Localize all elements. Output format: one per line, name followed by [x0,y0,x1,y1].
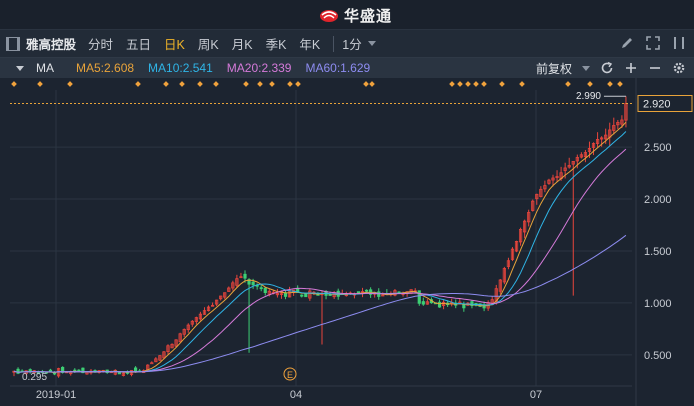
candle-body [133,367,138,372]
zoom-in-icon[interactable] [624,61,638,75]
low-price-label: 0.295 [22,372,47,383]
tab-weekly-k[interactable]: 周K [198,34,219,53]
minute-select[interactable]: 1分 [342,34,361,53]
pencil-icon[interactable] [620,36,634,50]
candle-body [417,290,421,304]
candle-body [328,294,332,296]
high-price-label: 2.990 [576,91,601,102]
y-axis-tick-label: 2.000 [644,194,672,206]
toolbar-actions [620,36,686,50]
chevron-down-icon[interactable] [582,65,590,71]
zoom-out-icon[interactable] [648,61,662,75]
brand-logo-icon [320,10,338,22]
candle-body [251,281,255,286]
earnings-marker-label: E [287,370,293,380]
tab-daily-k[interactable]: 日K [164,34,185,53]
y-axis-tick-label: 1.500 [644,246,672,258]
candle-body [300,294,304,297]
candle-body [117,372,121,375]
panel-collapse-icon[interactable] [672,36,686,50]
y-axis-tick-label: 1.000 [644,298,672,310]
candle-body [356,291,361,294]
toolbar-divider [333,35,335,52]
panel-toggle-icon[interactable] [6,36,20,51]
ma5-value: MA5:2.608 [76,61,135,75]
candle-body [48,369,53,372]
x-axis-tick-label: 04 [290,389,302,401]
indicator-name[interactable]: MA [36,61,54,75]
ma10-value: MA10:2.541 [148,61,213,75]
expand-icon[interactable] [646,36,660,50]
ma60-value: MA60:1.629 [305,61,371,75]
indicator-collapse-icon[interactable] [16,65,24,71]
ma20-value: MA20:2.339 [226,61,292,75]
chevron-down-icon[interactable] [367,41,376,46]
brand-name: 华盛通 [344,7,393,25]
title-bar: 华盛通 [0,0,694,30]
last-price-label: 2.920 [643,99,671,111]
x-axis-tick-label: 2019-01 [36,389,76,401]
x-axis-tick-label: 07 [530,389,542,401]
kline-chart[interactable]: 2.500 2.000 1.500 1.000 0.500 2019-01 04 07 2.92… [0,78,694,406]
candle-body [259,287,263,290]
tab-yearly-k[interactable]: 年K [299,34,320,53]
kline-chart-svg[interactable]: 2.500 2.000 1.500 1.000 0.500 2019-01 04 07 2.92… [0,78,694,406]
chart-toolbar: 雅高控股 分时 五日 日K 周K 月K 季K 年K 1分 [0,30,694,58]
candle-body [421,301,425,305]
stock-name: 雅高控股 [26,38,77,52]
indicator-bar: MA MA5:2.608 MA10:2.541 MA20:2.339 MA60:… [0,58,694,78]
adjust-select[interactable]: 前复权 [536,60,572,77]
candle-body [77,369,81,372]
y-axis-tick-label: 0.500 [644,350,672,362]
candle-body [263,287,267,294]
candle-body [243,273,247,279]
gear-icon[interactable] [672,61,686,75]
indicator-actions: 前复权 [536,59,686,77]
tab-intraday[interactable]: 分时 [88,34,113,53]
chart-background [0,78,694,406]
tab-monthly-k[interactable]: 月K [232,34,253,53]
candle-body [437,301,442,308]
candle-body [304,293,308,298]
y-axis-tick-label: 2.500 [644,142,672,154]
tab-quarterly-k[interactable]: 季K [266,34,287,53]
brand-logo: 华盛通 [318,5,392,25]
tab-five-day[interactable]: 五日 [126,34,151,53]
refresh-icon[interactable] [600,61,614,75]
candle-body [364,289,369,292]
